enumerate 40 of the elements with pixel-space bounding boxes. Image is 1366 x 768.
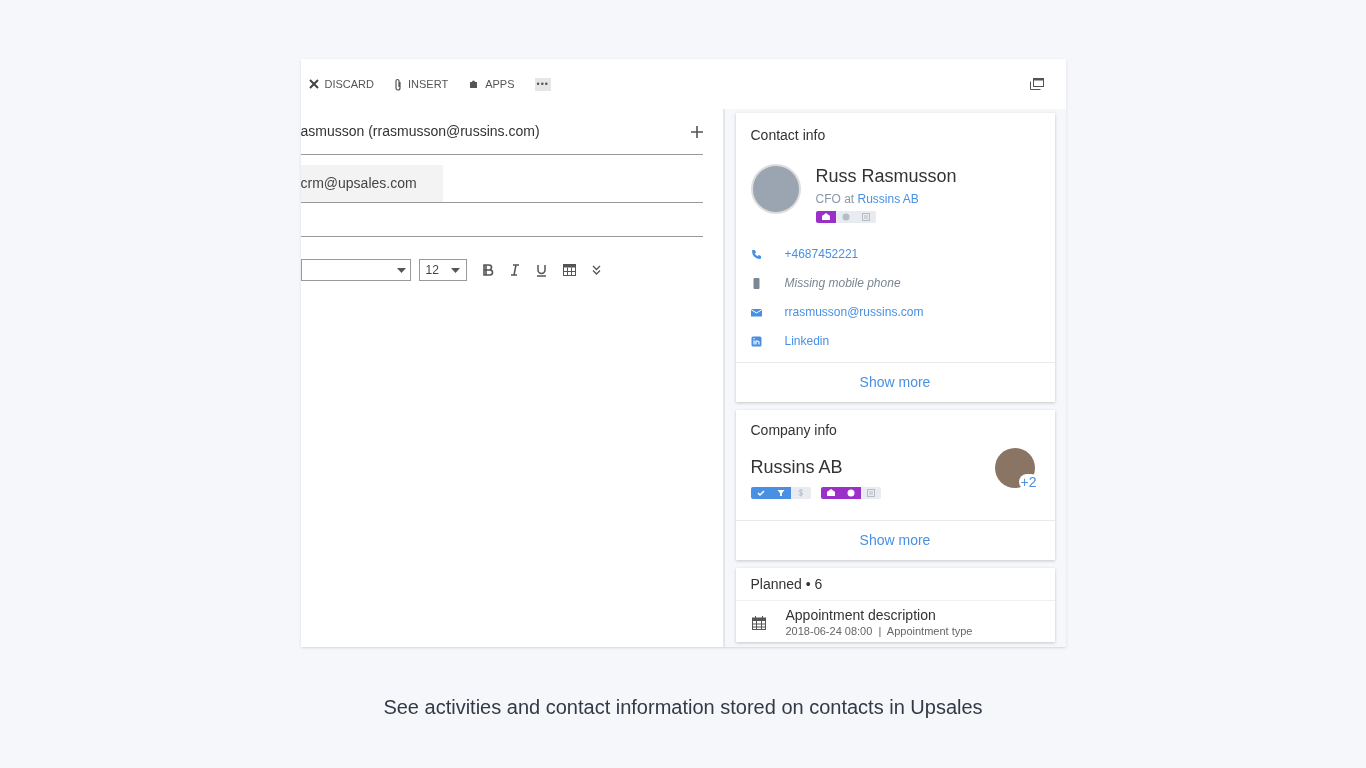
card-title: Company info — [750, 421, 838, 440]
add-icon[interactable] — [690, 125, 703, 138]
activity-meta: 2018-06-24 08:00 | Appointment type — [785, 624, 973, 638]
italic-icon[interactable] — [509, 264, 520, 276]
expand-icon[interactable] — [591, 265, 601, 275]
paperclip-icon — [394, 77, 402, 91]
toolbar-button[interactable]: APPS — [468, 75, 515, 93]
avatar — [750, 164, 801, 214]
contact-link[interactable]: +4687452221 — [784, 245, 859, 263]
card-title: Planned • 6 — [735, 568, 1055, 601]
phone-icon — [750, 248, 762, 260]
activity-title[interactable]: Appointment description — [785, 607, 973, 624]
sender-field[interactable]: crm@upsales.com — [300, 165, 443, 202]
company-name: Russins AB — [750, 456, 843, 479]
caption: See activities and contact information stored on contacts in Upsales — [383, 695, 983, 720]
underline-icon[interactable] — [535, 263, 547, 277]
font-size-select[interactable]: 12 — [418, 259, 467, 281]
popout-icon[interactable] — [1029, 78, 1044, 90]
recipient-text: asmusson (rrasmusson@russins.com) — [300, 122, 540, 141]
bold-icon[interactable] — [482, 264, 494, 276]
card-title: Contact info — [750, 126, 827, 145]
contact-name: Russ Rasmusson — [815, 165, 957, 188]
font-select[interactable] — [300, 259, 411, 281]
role-text: CFO at — [815, 192, 855, 206]
company-link[interactable]: Russins AB — [857, 192, 919, 206]
caret-icon — [450, 267, 460, 273]
mail-icon — [750, 306, 762, 318]
more-button[interactable]: ••• — [534, 77, 551, 91]
toolbar-button[interactable]: DISCARD — [308, 75, 374, 93]
contact-link[interactable]: rrasmusson@russins.com — [784, 303, 924, 321]
missing-field-text: Missing mobile phone — [784, 275, 901, 292]
show-more-link[interactable]: Show more — [735, 520, 1055, 560]
close-icon — [308, 79, 319, 89]
toolbar-button[interactable]: INSERT — [394, 75, 449, 93]
show-more-link[interactable]: Show more — [735, 362, 1055, 402]
contact-link[interactable]: Linkedin — [784, 332, 830, 350]
calendar-icon — [751, 615, 766, 630]
caret-icon — [396, 267, 406, 273]
linkedin-icon — [750, 335, 762, 347]
table-icon[interactable] — [562, 264, 576, 276]
